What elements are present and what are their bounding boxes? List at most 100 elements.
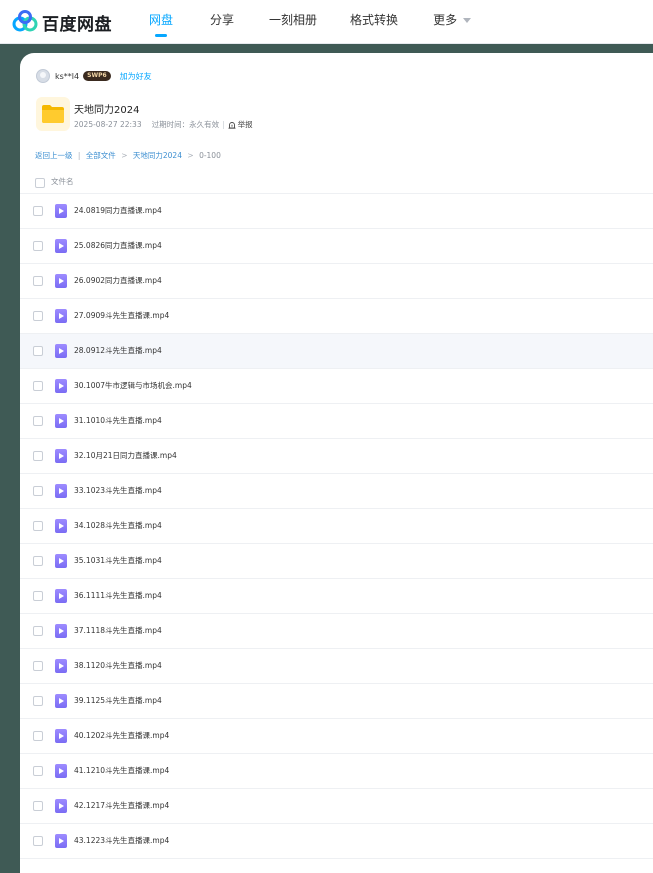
nav-convert[interactable]: 格式转换: [350, 0, 398, 43]
file-name[interactable]: 32.10月21日同力直播课.mp4: [74, 450, 177, 461]
file-name[interactable]: 31.1010斗先生直播.mp4: [74, 415, 162, 426]
file-checkbox[interactable]: [33, 206, 43, 216]
file-name[interactable]: 34.1028斗先生直播.mp4: [74, 520, 162, 531]
file-row[interactable]: 43.1223斗先生直播课.mp4: [20, 824, 653, 859]
file-row[interactable]: 34.1028斗先生直播.mp4: [20, 509, 653, 544]
file-checkbox[interactable]: [33, 486, 43, 496]
file-checkbox[interactable]: [33, 451, 43, 461]
video-file-icon: [55, 624, 67, 638]
file-row[interactable]: 35.1031斗先生直播.mp4: [20, 544, 653, 579]
file-checkbox[interactable]: [33, 731, 43, 741]
file-checkbox[interactable]: [33, 521, 43, 531]
file-row[interactable]: 42.1217斗先生直播课.mp4: [20, 789, 653, 824]
file-name[interactable]: 30.1007牛市逻辑与市场机会.mp4: [74, 380, 192, 391]
back-link[interactable]: 返回上一级: [35, 151, 73, 160]
file-checkbox[interactable]: [33, 416, 43, 426]
file-checkbox[interactable]: [33, 661, 43, 671]
vip-badge: SWP6: [83, 71, 111, 81]
file-row[interactable]: 32.10月21日同力直播课.mp4: [20, 439, 653, 474]
video-file-icon: [55, 834, 67, 848]
chevron-down-icon: [463, 18, 472, 23]
video-file-icon: [55, 484, 67, 498]
file-checkbox[interactable]: [33, 626, 43, 636]
file-row[interactable]: 25.0826同力直播课.mp4: [20, 229, 653, 264]
avatar[interactable]: [36, 69, 50, 83]
file-checkbox[interactable]: [33, 241, 43, 251]
file-name[interactable]: 39.1125斗先生直播.mp4: [74, 695, 162, 706]
file-name[interactable]: 25.0826同力直播课.mp4: [74, 240, 162, 251]
file-name[interactable]: 41.1210斗先生直播课.mp4: [74, 765, 169, 776]
file-name[interactable]: 43.1223斗先生直播课.mp4: [74, 835, 169, 846]
file-checkbox[interactable]: [33, 276, 43, 286]
nav-share[interactable]: 分享: [210, 0, 234, 43]
file-name[interactable]: 28.0912斗先生直播.mp4: [74, 345, 162, 356]
file-checkbox[interactable]: [33, 766, 43, 776]
expire-time: 过期时间：永久有效: [151, 120, 220, 129]
main-nav: 网盘 分享 一刻相册 格式转换 更多: [130, 0, 472, 43]
file-name[interactable]: 33.1023斗先生直播.mp4: [74, 485, 162, 496]
file-checkbox[interactable]: [33, 346, 43, 356]
file-checkbox[interactable]: [33, 696, 43, 706]
folder-icon: [36, 97, 70, 131]
file-row[interactable]: 31.1010斗先生直播.mp4: [20, 404, 653, 439]
file-name[interactable]: 27.0909斗先生直播课.mp4: [74, 310, 169, 321]
file-name[interactable]: 36.1111斗先生直播.mp4: [74, 590, 162, 601]
video-file-icon: [55, 274, 67, 288]
file-checkbox[interactable]: [33, 801, 43, 811]
video-file-icon: [55, 694, 67, 708]
file-checkbox[interactable]: [33, 556, 43, 566]
column-filename[interactable]: 文件名: [51, 176, 74, 187]
folder-link[interactable]: 天地同力2024: [133, 151, 182, 160]
file-name[interactable]: 38.1120斗先生直播.mp4: [74, 660, 162, 671]
share-panel: ks**l4 SWP6 加为好友 天地同力2024 2025-08-27 22:…: [20, 53, 653, 873]
nav-album[interactable]: 一刻相册: [269, 0, 317, 43]
add-friend-link[interactable]: 加为好友: [120, 71, 152, 82]
video-file-icon: [55, 799, 67, 813]
video-file-icon: [55, 519, 67, 533]
file-row[interactable]: 41.1210斗先生直播课.mp4: [20, 754, 653, 789]
video-file-icon: [55, 379, 67, 393]
baidu-netdisk-logo-icon: [12, 10, 38, 34]
video-file-icon: [55, 729, 67, 743]
file-row[interactable]: 37.1118斗先生直播.mp4: [20, 614, 653, 649]
file-checkbox[interactable]: [33, 311, 43, 321]
file-name[interactable]: 35.1031斗先生直播.mp4: [74, 555, 162, 566]
report-icon: [228, 121, 236, 129]
file-name[interactable]: 40.1202斗先生直播课.mp4: [74, 730, 169, 741]
select-all-checkbox[interactable]: [35, 178, 45, 188]
share-meta: 2025-08-27 22:33 过期时间：永久有效 | 举报: [74, 119, 253, 130]
file-row[interactable]: 36.1111斗先生直播.mp4: [20, 579, 653, 614]
all-files-link[interactable]: 全部文件: [86, 151, 116, 160]
file-row[interactable]: 30.1007牛市逻辑与市场机会.mp4: [20, 369, 653, 404]
file-row[interactable]: 33.1023斗先生直播.mp4: [20, 474, 653, 509]
logo-text: 百度网盘: [42, 14, 112, 35]
file-checkbox[interactable]: [33, 591, 43, 601]
file-name[interactable]: 42.1217斗先生直播课.mp4: [74, 800, 169, 811]
user-name[interactable]: ks**l4: [55, 72, 79, 81]
file-name[interactable]: 26.0902同力直播课.mp4: [74, 275, 162, 286]
file-row[interactable]: 26.0902同力直播课.mp4: [20, 264, 653, 299]
nav-more[interactable]: 更多: [433, 0, 472, 43]
video-file-icon: [55, 449, 67, 463]
video-file-icon: [55, 239, 67, 253]
file-row[interactable]: 24.0819同力直播课.mp4: [20, 194, 653, 229]
video-file-icon: [55, 659, 67, 673]
file-row[interactable]: 28.0912斗先生直播.mp4: [20, 334, 653, 369]
top-bar: 百度网盘 网盘 分享 一刻相册 格式转换 更多: [0, 0, 653, 44]
report-button[interactable]: 举报: [228, 119, 253, 130]
video-file-icon: [55, 414, 67, 428]
video-file-icon: [55, 204, 67, 218]
video-file-icon: [55, 309, 67, 323]
file-list-header: 文件名: [20, 170, 653, 194]
file-row[interactable]: 38.1120斗先生直播.mp4: [20, 649, 653, 684]
file-row[interactable]: 39.1125斗先生直播.mp4: [20, 684, 653, 719]
logo[interactable]: 百度网盘: [12, 9, 112, 35]
file-row[interactable]: 40.1202斗先生直播课.mp4: [20, 719, 653, 754]
share-date: 2025-08-27 22:33: [74, 120, 142, 129]
file-name[interactable]: 37.1118斗先生直播.mp4: [74, 625, 162, 636]
file-name[interactable]: 24.0819同力直播课.mp4: [74, 205, 162, 216]
file-row[interactable]: 27.0909斗先生直播课.mp4: [20, 299, 653, 334]
nav-netdisk[interactable]: 网盘: [149, 0, 173, 43]
video-file-icon: [55, 344, 67, 358]
file-checkbox[interactable]: [33, 381, 43, 391]
